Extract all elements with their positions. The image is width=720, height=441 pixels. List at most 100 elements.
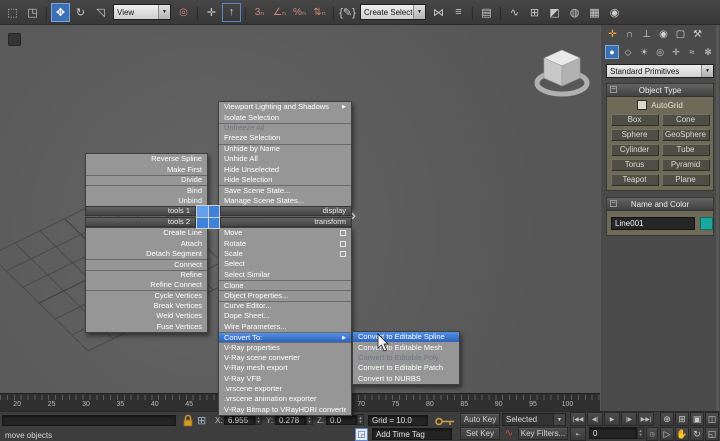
rendered-frame-icon[interactable]: ▦ — [585, 3, 604, 22]
zoom-extents-all-icon[interactable]: ◫ — [705, 412, 719, 426]
object-type-button[interactable]: Plane — [662, 174, 710, 186]
viewcube-icon[interactable] — [530, 42, 594, 104]
dropdown-arrow-icon[interactable]: ▼ — [158, 5, 170, 19]
menu-item[interactable]: Clone ▶ — [219, 280, 351, 290]
menu-item[interactable]: Divide ▶ — [86, 175, 207, 185]
zoom-all-icon[interactable]: ⊞ — [675, 412, 689, 426]
tab-create-icon[interactable]: ✛ — [605, 27, 620, 41]
align-icon[interactable]: ≡ — [449, 3, 468, 22]
named-selection-set-dropdown[interactable]: Create Selection Se ▼ — [360, 4, 426, 20]
menu-item[interactable]: Dope Sheet... ▶ — [219, 311, 351, 321]
panel-scrollbar[interactable] — [716, 25, 719, 411]
menu-item[interactable]: Select ▶ — [219, 259, 351, 269]
tab-utilities-icon[interactable]: ⚒ — [690, 27, 705, 41]
toolbar-separator[interactable]: | — [330, 3, 337, 22]
category-spacewarps-icon[interactable]: ≈ — [685, 45, 699, 59]
selection-lock-icon[interactable] — [182, 414, 194, 427]
absolute-mode-icon[interactable]: ⊞ — [197, 414, 206, 427]
go-to-start-icon[interactable]: |◀◀ — [570, 412, 586, 426]
key-filter-dropdown[interactable]: Selected ▼ — [502, 413, 566, 426]
layer-manager-icon[interactable]: ▤ — [477, 3, 496, 22]
object-type-rollout-header[interactable]: − Object Type — [607, 84, 713, 97]
object-type-button[interactable]: GeoSphere — [662, 129, 710, 141]
collapse-icon[interactable]: − — [610, 86, 617, 93]
menu-item[interactable]: V-Ray Bitmap to VRayHDRI converter ▶ — [219, 405, 351, 415]
menu-item[interactable]: Detach Segment ▶ — [86, 249, 207, 259]
menu-item[interactable]: .vrscene exporter ▶ — [219, 384, 351, 394]
object-name-input[interactable]: Line001 — [611, 217, 695, 230]
menu-item[interactable]: Object Properties... ▶ — [219, 290, 351, 300]
menu-item[interactable]: Rotate ▶ — [219, 238, 351, 248]
selection-region-icon[interactable]: ⬚ — [3, 3, 22, 22]
autogrid-checkbox[interactable]: AutoGrid — [607, 97, 713, 111]
menu-item[interactable]: Unbind ▶ — [86, 196, 207, 206]
menu-item[interactable]: Convert to Editable Spline ▶ — [353, 332, 459, 342]
field-of-view-icon[interactable]: ▷ — [660, 427, 674, 441]
key-filters-button[interactable]: Key Filters... — [518, 427, 568, 440]
quad-center-icon[interactable] — [196, 205, 220, 229]
menu-item[interactable]: Break Vertices ▶ — [86, 301, 207, 311]
use-pivot-center-icon[interactable]: ◎ — [174, 3, 193, 22]
select-move-icon[interactable]: ✥ — [51, 3, 70, 22]
menu-item[interactable]: Hide Unselected ▶ — [219, 164, 351, 174]
menu-item[interactable]: V-Ray mesh export ▶ — [219, 363, 351, 373]
menu-item[interactable]: V-Ray properties ▶ — [219, 342, 351, 352]
menu-item[interactable]: Refine Connect ▶ — [86, 280, 207, 290]
play-icon[interactable]: ▶ — [604, 412, 620, 426]
menu-item[interactable]: Reverse Spline ▶ — [86, 154, 207, 164]
category-systems-icon[interactable]: ✻ — [701, 45, 715, 59]
select-scale-icon[interactable]: ◹ — [91, 3, 110, 22]
select-manipulate-icon[interactable]: ✛ — [202, 3, 221, 22]
menu-item[interactable]: Unfreeze All ▶ — [219, 123, 351, 133]
menu-item[interactable]: Weld Vertices ▶ — [86, 311, 207, 321]
settings-box-icon[interactable] — [340, 251, 346, 257]
category-lights-icon[interactable]: ☀ — [637, 45, 651, 59]
object-type-button[interactable]: Sphere — [611, 129, 659, 141]
material-editor-icon[interactable]: ◩ — [545, 3, 564, 22]
category-helpers-icon[interactable]: ✛ — [669, 45, 683, 59]
dropdown-arrow-icon[interactable]: ▼ — [701, 65, 713, 77]
menu-item[interactable]: Cycle Vertices ▶ — [86, 290, 207, 300]
tab-hierarchy-icon[interactable]: ⊥ — [639, 27, 654, 41]
name-color-rollout-header[interactable]: − Name and Color — [607, 198, 713, 211]
maximize-viewport-icon[interactable]: ◱ — [705, 427, 719, 441]
menu-item[interactable]: Scale ▶ — [219, 249, 351, 259]
menu-item[interactable]: Fuse Vertices ▶ — [86, 322, 207, 332]
time-configuration-icon[interactable]: ◷ — [646, 427, 658, 441]
tab-modify-icon[interactable]: ∩ — [622, 27, 637, 41]
object-type-button[interactable]: Box — [611, 114, 659, 126]
toolbar-separator[interactable]: | — [497, 3, 504, 22]
object-type-button[interactable]: Cone — [662, 114, 710, 126]
object-type-button[interactable]: Torus — [611, 159, 659, 171]
key-mode-toggle-icon[interactable]: ⇤ — [570, 427, 586, 441]
auto-key-button[interactable]: Auto Key — [460, 413, 500, 426]
named-selection-sets-icon[interactable]: {✎} — [338, 3, 357, 22]
toolbar-separator[interactable]: | — [43, 3, 50, 22]
frame-spinner[interactable]: ▲▼ — [637, 427, 644, 439]
menu-item[interactable]: Curve Editor... ▶ — [219, 301, 351, 311]
category-geometry-icon[interactable]: ● — [605, 45, 619, 59]
object-color-swatch[interactable] — [700, 217, 713, 230]
render-setup-icon[interactable]: ◍ — [565, 3, 584, 22]
mirror-icon[interactable]: ⋈ — [429, 3, 448, 22]
category-shapes-icon[interactable]: ◇ — [621, 45, 635, 59]
menu-item[interactable]: Freeze Selection ▶ — [219, 133, 351, 143]
menu-item[interactable]: Select Similar ▶ — [219, 270, 351, 280]
x-coordinate-field[interactable]: 6.955 — [224, 415, 255, 425]
previous-frame-icon[interactable]: ◀| — [587, 412, 603, 426]
toolbar-separator[interactable]: | — [242, 3, 249, 22]
settings-box-icon[interactable] — [340, 241, 346, 247]
schematic-view-icon[interactable]: ⊞ — [525, 3, 544, 22]
menu-item[interactable]: Convert to Editable Patch ▶ — [353, 363, 459, 373]
object-type-button[interactable]: Tube — [662, 144, 710, 156]
keyboard-override-icon[interactable]: ↑ — [222, 3, 241, 22]
menu-item[interactable]: V-Ray scene converter ▶ — [219, 353, 351, 363]
collapse-icon[interactable]: − — [610, 200, 617, 207]
menu-item[interactable]: .vrscene animation exporter ▶ — [219, 394, 351, 404]
add-time-tag-field[interactable]: Add Time Tag — [372, 428, 452, 440]
object-type-button[interactable]: Pyramid — [662, 159, 710, 171]
tab-motion-icon[interactable]: ◉ — [656, 27, 671, 41]
menu-item[interactable]: Create Line ▶ — [86, 228, 207, 238]
z-coordinate-field[interactable]: 0.0 — [326, 415, 357, 425]
toolbar-separator[interactable]: | — [469, 3, 476, 22]
